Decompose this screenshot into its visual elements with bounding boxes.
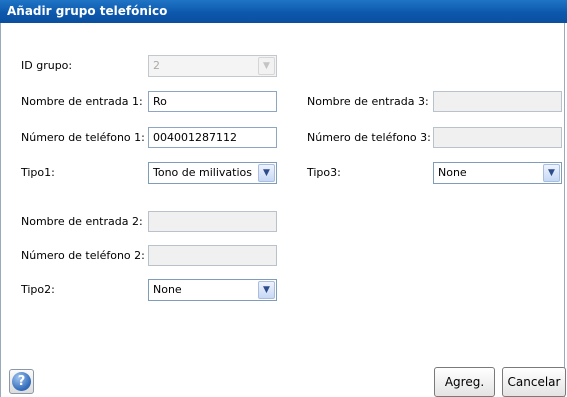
dialog-title: Añadir grupo telefónico: [7, 4, 168, 18]
entry2-type-value: None: [153, 283, 182, 296]
entry1-name-label: Nombre de entrada 1:: [21, 95, 143, 108]
entry2-name-input[interactable]: [148, 211, 277, 232]
entry3-name-label: Nombre de entrada 3:: [307, 95, 429, 108]
entry1-type-value: Tono de milivatios: [153, 166, 252, 179]
cancel-button[interactable]: Cancelar: [502, 367, 566, 397]
dialog-title-bar: Añadir grupo telefónico: [0, 0, 567, 23]
help-button[interactable]: ?: [9, 369, 34, 394]
entry2-phone-label: Número de teléfono 2:: [21, 249, 145, 262]
entry1-name-input[interactable]: Ro: [148, 91, 277, 112]
entry2-type-label: Tipo2:: [21, 283, 55, 296]
entry3-type-label: Tipo3:: [307, 166, 341, 179]
group-id-value: 2: [153, 59, 160, 72]
entry3-phone-input[interactable]: [433, 127, 562, 148]
help-icon: ?: [12, 372, 31, 391]
entry1-phone-label: Número de teléfono 1:: [21, 131, 145, 144]
group-id-label: ID grupo:: [21, 59, 73, 72]
entry2-phone-input[interactable]: [148, 245, 277, 266]
entry1-type-select[interactable]: Tono de milivatios ▼: [148, 162, 277, 184]
entry3-type-select[interactable]: None ▼: [433, 162, 562, 184]
entry2-name-label: Nombre de entrada 2:: [21, 215, 143, 228]
add-button[interactable]: Agreg.: [434, 367, 495, 397]
entry1-phone-input[interactable]: 004001287112: [148, 127, 277, 148]
entry3-phone-label: Número de teléfono 3:: [307, 131, 431, 144]
chevron-down-icon: ▼: [543, 164, 560, 182]
entry3-name-input[interactable]: [433, 91, 562, 112]
chevron-down-icon: ▼: [258, 164, 275, 182]
chevron-down-icon: ▼: [258, 57, 275, 75]
group-id-select[interactable]: 2 ▼: [148, 55, 277, 77]
chevron-down-icon: ▼: [258, 281, 275, 299]
entry1-type-label: Tipo1:: [21, 166, 55, 179]
entry3-type-value: None: [438, 166, 467, 179]
entry2-type-select[interactable]: None ▼: [148, 279, 277, 301]
dialog-body: [0, 23, 565, 397]
